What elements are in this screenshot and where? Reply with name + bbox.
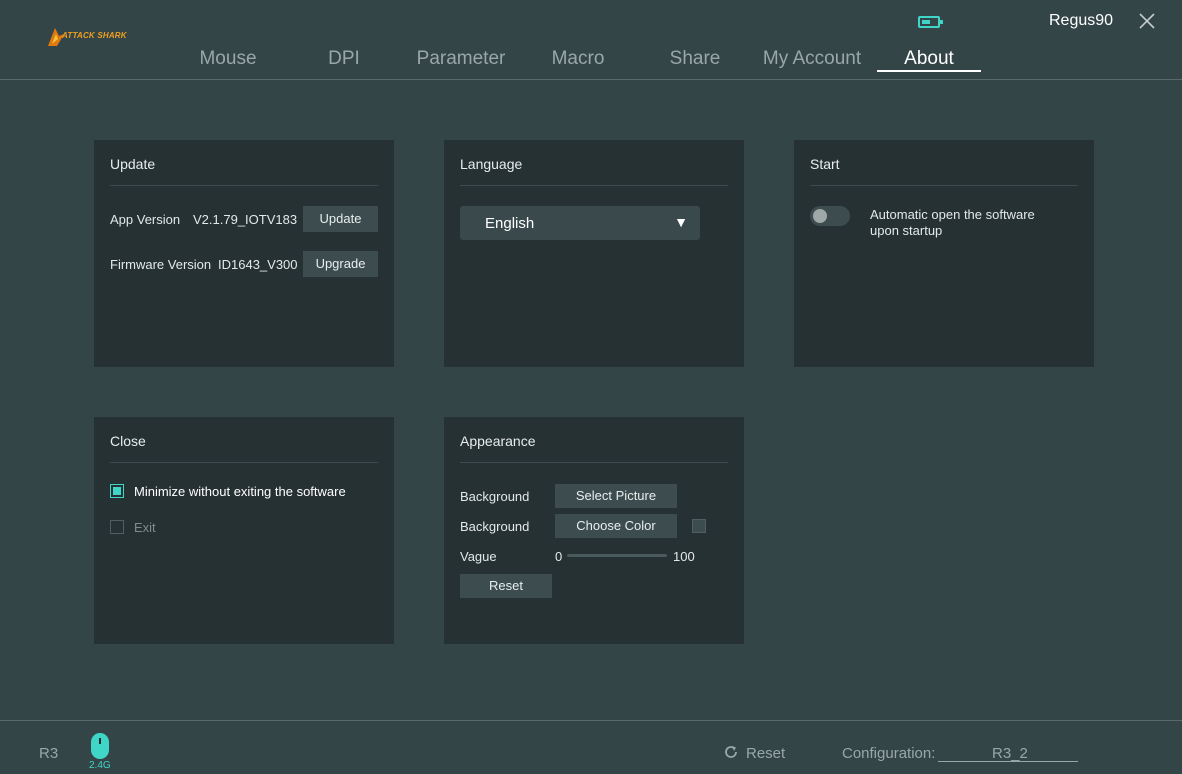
tab-share[interactable]: Share: [660, 44, 730, 74]
auto-start-toggle[interactable]: [810, 206, 850, 226]
divider: [460, 462, 728, 463]
panel-title: Appearance: [460, 433, 536, 449]
auto-start-label-line1: Automatic open the software: [870, 207, 1035, 222]
device-name: Regus90: [1049, 12, 1114, 29]
divider: [810, 185, 1078, 186]
exit-checkbox[interactable]: [110, 520, 124, 534]
choose-color-button[interactable]: Choose Color: [555, 514, 677, 538]
vague-min: 0: [555, 549, 563, 564]
configuration-label: Configuration:: [842, 745, 936, 762]
background-picture-label: Background: [460, 489, 530, 504]
reset-appearance-button[interactable]: Reset: [460, 574, 552, 598]
app-version-value: V2.1.79_IOTV183: [193, 212, 298, 227]
main-nav: Mouse DPI Parameter Macro Share My Accou…: [0, 44, 1182, 78]
select-picture-button[interactable]: Select Picture: [555, 484, 677, 508]
mouse-icon: [91, 733, 109, 759]
dropdown-arrow-icon: ▼: [674, 214, 688, 230]
language-selected-value: English: [485, 215, 535, 232]
close-panel: Close Minimize without exiting the softw…: [94, 417, 394, 644]
background-color-label: Background: [460, 519, 530, 534]
close-icon[interactable]: [1138, 12, 1156, 30]
connection-mode: 2.4G: [89, 760, 111, 771]
color-swatch[interactable]: [692, 519, 706, 533]
panel-title: Update: [110, 156, 156, 172]
profile-label: R3: [39, 745, 59, 762]
logo-text: ATTACK SHARK: [62, 31, 127, 40]
header-bar: ATTACK SHARK Regus90 Mouse DPI Parameter…: [0, 0, 1182, 80]
active-tab-indicator: [877, 70, 981, 72]
tab-macro[interactable]: Macro: [543, 44, 613, 74]
configuration-value[interactable]: R3_2: [992, 745, 1028, 762]
divider: [110, 462, 378, 463]
panel-title: Language: [460, 156, 523, 172]
footer-bar: R3 2.4G Reset Configuration: R3_2: [0, 720, 1182, 774]
start-panel: Start Automatic open the software upon s…: [794, 140, 1094, 367]
panel-title: Close: [110, 433, 146, 449]
update-panel: Update App Version V2.1.79_IOTV183 Updat…: [94, 140, 394, 367]
battery-icon: [918, 16, 943, 28]
tab-parameter[interactable]: Parameter: [412, 44, 510, 74]
minimize-label: Minimize without exiting the software: [134, 484, 346, 499]
vague-max: 100: [673, 549, 695, 564]
divider: [110, 185, 378, 186]
minimize-checkbox[interactable]: [110, 484, 124, 498]
app-version-label: App Version: [110, 212, 181, 227]
panel-title: Start: [810, 156, 840, 172]
configuration-underline: [938, 761, 1078, 762]
vague-slider[interactable]: [567, 554, 667, 557]
appearance-panel: Appearance Background Select Picture Bac…: [444, 417, 744, 644]
tab-mouse[interactable]: Mouse: [188, 44, 268, 74]
upgrade-button[interactable]: Upgrade: [303, 251, 378, 277]
language-select[interactable]: English ▼: [460, 206, 700, 240]
tab-my-account[interactable]: My Account: [757, 44, 867, 74]
auto-start-label-line2: upon startup: [870, 223, 943, 238]
divider: [460, 185, 728, 186]
firmware-version-value: ID1643_V300: [218, 257, 298, 272]
tab-dpi[interactable]: DPI: [314, 44, 374, 74]
refresh-icon[interactable]: [723, 744, 739, 760]
reset-link[interactable]: Reset: [746, 745, 785, 762]
vague-label: Vague: [460, 549, 497, 564]
language-panel: Language English ▼: [444, 140, 744, 367]
firmware-version-label: Firmware Version: [110, 257, 212, 272]
update-button[interactable]: Update: [303, 206, 378, 232]
exit-label: Exit: [134, 520, 156, 535]
